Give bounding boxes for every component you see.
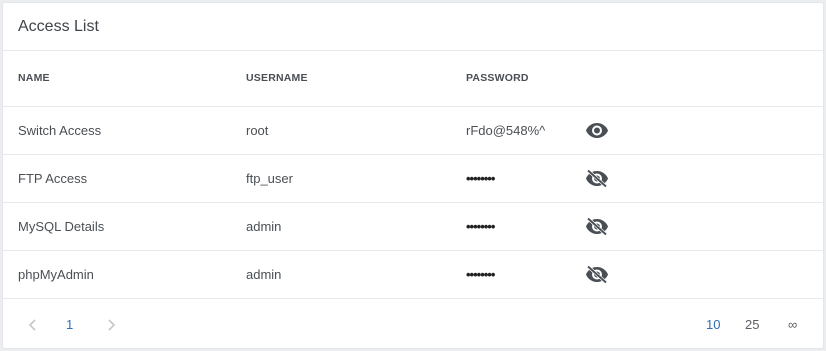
- eye-off-icon[interactable]: [585, 166, 609, 190]
- page-number-button[interactable]: 1: [66, 317, 73, 332]
- page-size-10-button[interactable]: 10: [706, 317, 720, 332]
- cell-password: rFdo@548%^: [466, 106, 585, 155]
- cell-name: FTP Access: [3, 154, 246, 203]
- table-footer: 1 10 25 ∞: [3, 302, 823, 348]
- cell-toggle: [585, 202, 823, 251]
- chevron-left-icon[interactable]: [25, 317, 41, 333]
- table-header-row: NAME USERNAME PASSWORD: [3, 51, 823, 107]
- eye-off-icon[interactable]: [585, 262, 609, 286]
- cell-toggle: [585, 250, 823, 299]
- card-title: Access List: [18, 17, 99, 35]
- cell-username: admin: [246, 250, 466, 299]
- table-row: Switch Access root rFdo@548%^: [3, 106, 823, 155]
- table-row: phpMyAdmin admin ••••••••: [3, 250, 823, 299]
- column-header-name: NAME: [3, 51, 246, 107]
- table-row: MySQL Details admin ••••••••: [3, 202, 823, 251]
- column-header-actions: [585, 51, 823, 107]
- cell-name: Switch Access: [3, 106, 246, 155]
- cell-username: ftp_user: [246, 154, 466, 203]
- card-header: Access List: [3, 3, 823, 51]
- chevron-right-icon[interactable]: [103, 317, 119, 333]
- cell-password: ••••••••: [466, 154, 585, 203]
- cell-toggle: [585, 154, 823, 203]
- column-header-username: USERNAME: [246, 51, 466, 107]
- page-size-all-button[interactable]: ∞: [788, 317, 797, 332]
- cell-password: ••••••••: [466, 202, 585, 251]
- cell-username: root: [246, 106, 466, 155]
- table-row: FTP Access ftp_user ••••••••: [3, 154, 823, 203]
- cell-name: phpMyAdmin: [3, 250, 246, 299]
- access-list-card: Access List NAME USERNAME PASSWORD Switc…: [2, 2, 824, 349]
- page-size-25-button[interactable]: 25: [745, 317, 759, 332]
- eye-off-icon[interactable]: [585, 214, 609, 238]
- cell-name: MySQL Details: [3, 202, 246, 251]
- access-table: NAME USERNAME PASSWORD Switch Access roo…: [3, 51, 823, 299]
- cell-password: ••••••••: [466, 250, 585, 299]
- cell-username: admin: [246, 202, 466, 251]
- column-header-password: PASSWORD: [466, 51, 585, 107]
- eye-icon[interactable]: [585, 118, 609, 142]
- cell-toggle: [585, 106, 823, 155]
